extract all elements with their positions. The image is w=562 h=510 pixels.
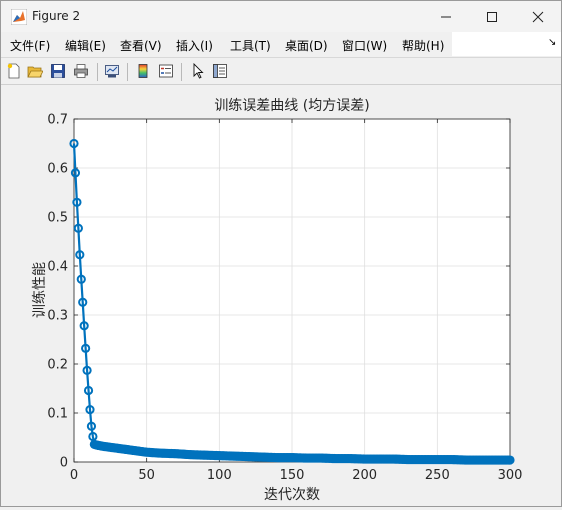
menu-insert[interactable]: 插入(I) (176, 37, 213, 54)
menu-window[interactable]: 窗口(W) (342, 37, 387, 54)
figure-toolbar (1, 57, 561, 85)
new-figure-button[interactable] (4, 61, 24, 81)
print-icon (74, 64, 88, 78)
title-bar[interactable]: Figure 2 (1, 1, 561, 32)
link-plot-button[interactable] (102, 61, 122, 81)
link-plot-icon (105, 65, 119, 78)
insert-colorbar-icon (138, 64, 148, 78)
minimize-icon (441, 16, 451, 17)
menu-file[interactable]: 文件(F) (10, 37, 50, 54)
print-button[interactable] (71, 61, 91, 81)
menu-help[interactable]: 帮助(H) (402, 37, 444, 54)
maximize-icon (487, 11, 497, 22)
chart-title: 训练误差曲线 (均方误差) (214, 98, 369, 114)
y-tick-label: 0 (60, 456, 68, 471)
training-error-chart[interactable]: 0 50 100 150 200 250 300 0 0.1 0.2 0.3 0.4 0.5 0.6 0.7… (1, 86, 561, 506)
x-axis-label: 迭代次数 (264, 487, 320, 503)
x-tick-label: 0 (70, 468, 78, 483)
x-tick-label: 200 (352, 468, 377, 483)
close-button[interactable] (515, 1, 561, 32)
x-tick-label: 100 (207, 468, 232, 483)
insert-legend-button[interactable] (156, 61, 176, 81)
y-tick-label: 0.7 (47, 113, 68, 128)
property-inspector-icon (213, 64, 227, 78)
insert-colorbar-button[interactable] (133, 61, 153, 81)
x-tick-label: 150 (280, 468, 305, 483)
maximize-button[interactable] (469, 1, 515, 32)
matlab-app-icon (11, 9, 27, 25)
edit-plot-arrow-icon (193, 63, 204, 79)
y-tick-label: 0.1 (47, 407, 68, 422)
save-button[interactable] (48, 61, 68, 81)
y-tick-label: 0.2 (47, 358, 68, 373)
y-tick-label: 0.6 (47, 162, 68, 177)
minimize-button[interactable] (423, 1, 469, 32)
figure-window: Figure 2 文件(F) 编辑(E) 查看(V) 插入(I) 工具(T) 桌… (0, 0, 562, 507)
y-tick-label: 0.3 (47, 309, 68, 324)
save-icon (51, 64, 65, 78)
toolbar-separator (97, 63, 98, 81)
figure-canvas[interactable]: 0 50 100 150 200 250 300 0 0.1 0.2 0.3 0.4 0.5 0.6 0.7… (1, 86, 561, 506)
menu-overflow-arrow-icon[interactable]: ↘ (548, 37, 556, 48)
new-figure-icon (7, 63, 20, 79)
edit-plot-button[interactable] (188, 61, 208, 81)
menu-view[interactable]: 查看(V) (120, 37, 162, 54)
window-title: Figure 2 (32, 9, 81, 23)
toolbar-separator (181, 63, 182, 81)
y-tick-label: 0.4 (47, 260, 68, 275)
x-tick-label: 50 (138, 468, 155, 483)
menu-empty-area (452, 32, 561, 56)
y-axis-label: 训练性能 (32, 262, 48, 318)
menu-tools[interactable]: 工具(T) (230, 37, 271, 54)
insert-legend-icon (159, 64, 173, 78)
x-tick-label: 300 (498, 468, 523, 483)
menu-edit[interactable]: 编辑(E) (65, 37, 106, 54)
close-icon (532, 11, 544, 22)
open-file-button[interactable] (25, 61, 45, 81)
toolbar-separator (127, 63, 128, 81)
menu-desktop[interactable]: 桌面(D) (285, 37, 328, 54)
y-tick-label: 0.5 (47, 211, 68, 226)
x-tick-label: 250 (425, 468, 450, 483)
property-inspector-button[interactable] (210, 61, 230, 81)
open-file-icon (27, 66, 43, 78)
